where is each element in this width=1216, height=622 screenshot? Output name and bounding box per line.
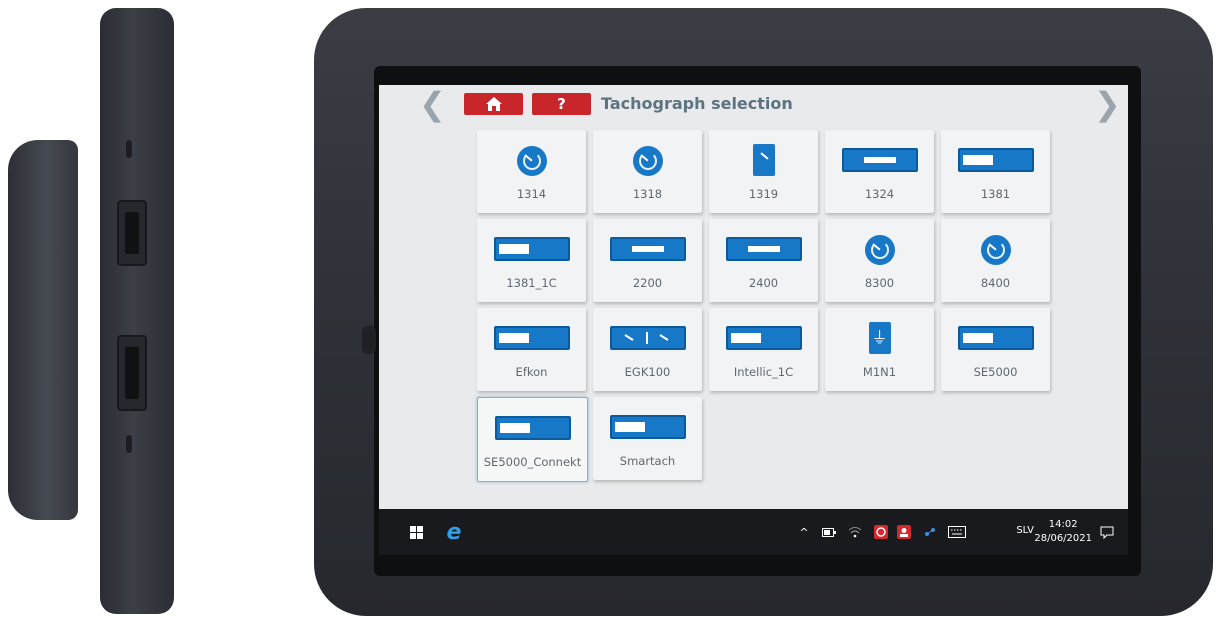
din-center-slot-icon	[725, 237, 802, 261]
tachograph-label: 1319	[748, 187, 779, 201]
din-center-slot-icon	[841, 148, 918, 172]
header-bar: ❮ ? Tachograph selection ❯	[379, 85, 1128, 125]
tachograph-tile[interactable]: Intellic_1C	[709, 308, 818, 391]
tachograph-label: 2400	[748, 276, 779, 290]
tachograph-label: 1314	[516, 187, 547, 201]
bluetooth-icon[interactable]	[920, 509, 940, 555]
tachograph-tile[interactable]: 8300	[825, 219, 934, 302]
usb-port	[117, 200, 147, 266]
tachograph-label: Efkon	[515, 365, 548, 379]
tachograph-tile[interactable]: 1318	[593, 130, 702, 213]
device-side-profile	[100, 8, 174, 614]
tachograph-tile[interactable]: 8400	[941, 219, 1050, 302]
tachograph-tile[interactable]: 1381_1C	[477, 219, 586, 302]
home-button[interactable]	[464, 93, 523, 115]
keyboard-icon[interactable]	[945, 509, 969, 555]
tachograph-tile[interactable]: Efkon	[477, 308, 586, 391]
forward-arrow-icon[interactable]: ❯	[1094, 87, 1121, 121]
notification-center-icon[interactable]	[1097, 509, 1117, 555]
tachograph-label: EGK100	[624, 365, 671, 379]
tachograph-tile[interactable]: EGK100	[593, 308, 702, 391]
app-screen: ❮ ? Tachograph selection ❯ 1314 1318 1319 1…	[379, 85, 1128, 555]
chevron-up-icon[interactable]: ^	[794, 509, 814, 555]
tachograph-label: 2200	[632, 276, 663, 290]
page-title: Tachograph selection	[601, 94, 793, 113]
clock-time: 14:02	[1048, 519, 1078, 530]
side-button-lower	[126, 435, 132, 453]
tachograph-tile[interactable]: Smartach	[593, 397, 702, 480]
din-center-slot-icon	[609, 237, 686, 261]
windows-taskbar: e ^ SLV 14:02 28/06/2021	[379, 509, 1128, 555]
internet-explorer-icon[interactable]: e	[439, 509, 469, 555]
tachograph-label: 1324	[864, 187, 895, 201]
round-tachograph-icon	[864, 235, 895, 265]
din-left-slot-icon	[494, 416, 571, 440]
tachograph-label: Intellic_1C	[733, 365, 794, 379]
round-tachograph-icon	[516, 146, 547, 176]
din-left-slot-icon	[493, 237, 570, 261]
tachograph-label: 1318	[632, 187, 663, 201]
tachograph-label: SE5000	[973, 365, 1018, 379]
side-port	[117, 335, 147, 411]
tachograph-tile[interactable]: 1324	[825, 130, 934, 213]
tachograph-label: 8400	[980, 276, 1011, 290]
round-tachograph-icon	[980, 235, 1011, 265]
plug-tachograph-icon: ⏚	[868, 322, 891, 354]
help-button[interactable]: ?	[532, 93, 591, 115]
windows-logo-icon	[409, 525, 423, 539]
home-icon	[485, 97, 502, 111]
side-button	[126, 140, 132, 158]
wifi-icon[interactable]	[845, 509, 865, 555]
tachograph-tile[interactable]: 1314	[477, 130, 586, 213]
language-indicator[interactable]: SLV	[1016, 525, 1034, 536]
back-arrow-icon[interactable]: ❮	[419, 87, 446, 121]
clock[interactable]: 14:02 28/06/2021	[1034, 518, 1092, 546]
tachograph-tile[interactable]: ⏚ M1N1	[825, 308, 934, 391]
tachograph-tile[interactable]: SE5000	[941, 308, 1050, 391]
tachograph-tile[interactable]: SE5000_Connekt	[477, 397, 588, 482]
clock-date: 28/06/2021	[1034, 533, 1092, 544]
tachograph-label: Smartach	[619, 454, 676, 468]
tachograph-label: M1N1	[862, 365, 897, 379]
user-app-icon[interactable]	[894, 509, 914, 555]
round-tachograph-icon	[632, 146, 663, 176]
tachograph-label: 1381	[980, 187, 1011, 201]
tachograph-tile[interactable]: 2200	[593, 219, 702, 302]
din-left-slot-icon	[957, 148, 1034, 172]
dual-slot-tachograph-icon	[609, 326, 686, 350]
tachograph-tile[interactable]: 1319	[709, 130, 818, 213]
device-side-grip	[8, 140, 78, 520]
windows-start-button[interactable]	[401, 509, 431, 555]
din-left-slot-icon	[957, 326, 1034, 350]
tachograph-label: 8300	[864, 276, 895, 290]
din-left-slot-icon	[609, 415, 686, 439]
battery-icon[interactable]	[819, 509, 839, 555]
tachograph-tile[interactable]: 1381	[941, 130, 1050, 213]
din-left-slot-icon	[493, 326, 570, 350]
tachograph-label: 1381_1C	[506, 276, 557, 290]
card-tachograph-icon	[752, 144, 775, 176]
tacho-app-icon[interactable]	[871, 509, 891, 555]
tachograph-tile[interactable]: 2400	[709, 219, 818, 302]
camera-notch	[362, 326, 376, 354]
din-left-slot-icon	[725, 326, 802, 350]
tachograph-label: SE5000_Connekt	[483, 455, 582, 469]
